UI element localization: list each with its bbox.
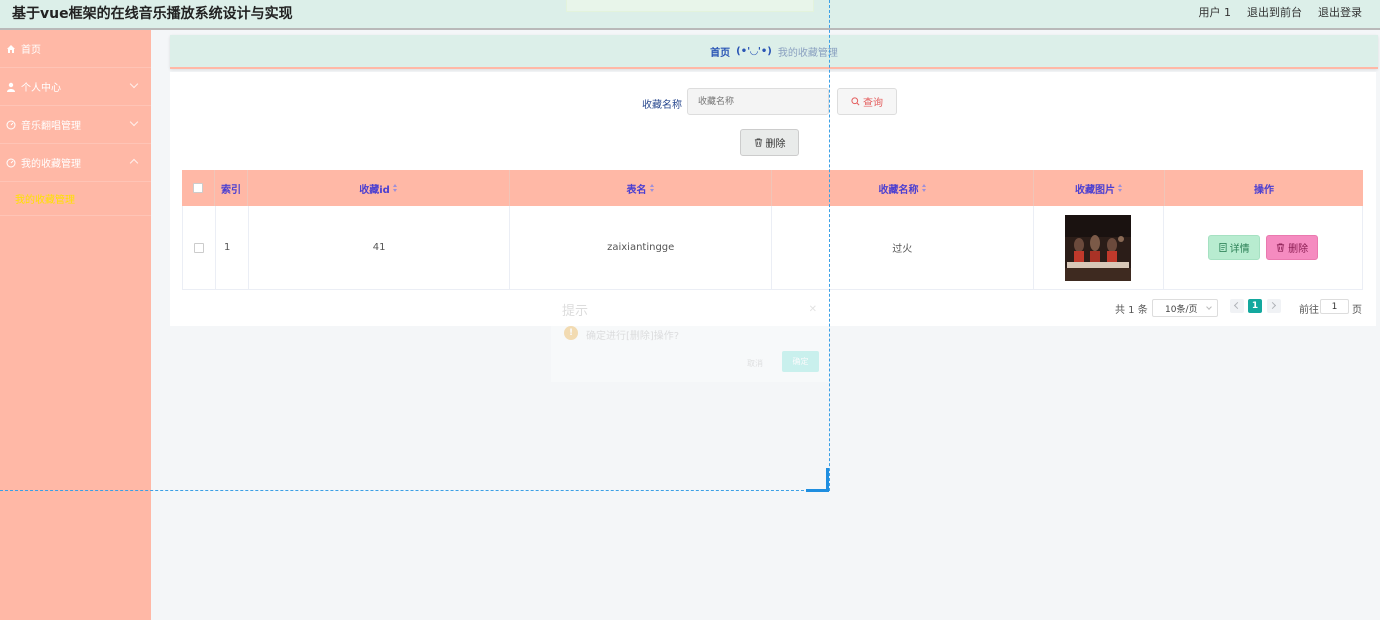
sidebar-item-label: 音乐翻唱管理 <box>21 121 81 132</box>
search-button-label: 查询 <box>863 98 883 109</box>
search-label: 收藏名称 <box>642 100 682 111</box>
sort-icon <box>649 184 655 192</box>
confirm-dialog: 提示 ✕ ! 确定进行[删除]操作? 取消 确定 <box>551 292 829 382</box>
home-icon <box>7 44 15 53</box>
column-header-name[interactable]: 收藏名称 <box>772 170 1034 206</box>
column-header-table-name[interactable]: 表名 <box>510 170 772 206</box>
column-header-index: 索引 <box>215 170 248 206</box>
breadcrumb-emoticon: (•'◡'•) <box>736 45 772 57</box>
search-button[interactable]: 查询 <box>837 88 897 115</box>
cell-table-name: zaixiantingge <box>510 206 772 289</box>
logout-link[interactable]: 退出登录 <box>1318 4 1362 20</box>
table-row: 1 41 zaixiantingge 过火 详情 删除 <box>182 206 1363 290</box>
document-icon <box>1219 243 1227 252</box>
breadcrumb: 首页 (•'◡'•) 我的收藏管理 <box>170 35 1378 69</box>
goto-label: 前往 <box>1299 305 1319 316</box>
cell-id: 41 <box>249 206 511 289</box>
sidebar-subitem-my-favorites[interactable]: 我的收藏管理 <box>0 182 151 216</box>
sidebar-item-label: 个人中心 <box>21 83 61 94</box>
search-icon <box>851 97 860 106</box>
cell-actions: 详情 删除 <box>1164 206 1362 289</box>
column-header-image[interactable]: 收藏图片 <box>1034 170 1165 206</box>
header-links: 用户 1 退出到前台 退出登录 <box>1199 4 1363 20</box>
chevron-down-icon <box>129 79 139 89</box>
app-title: 基于vue框架的在线音乐播放系统设计与实现 <box>12 6 293 22</box>
chevron-left-icon <box>1233 301 1242 310</box>
detail-button[interactable]: 详情 <box>1208 235 1261 260</box>
dialog-confirm-button[interactable]: 确定 <box>782 351 819 372</box>
band-photo <box>1065 214 1132 281</box>
sort-icon <box>1118 184 1123 192</box>
page-size-select[interactable]: 10条/页 <box>1152 299 1218 317</box>
batch-delete-label: 删除 <box>765 139 786 150</box>
sidebar-item-label: 首页 <box>21 45 41 56</box>
column-header-actions: 操作 <box>1254 184 1274 196</box>
page-number-active[interactable]: 1 <box>1248 299 1262 313</box>
sidebar-item-profile[interactable]: 个人中心 <box>0 68 151 106</box>
breadcrumb-home[interactable]: 首页 <box>710 44 730 59</box>
sidebar: 首页 个人中心 音乐翻唱管理 我的收藏管理 我的收藏管理 <box>0 30 151 620</box>
dialog-message: 确定进行[删除]操作? <box>586 331 680 342</box>
goto-page-input[interactable] <box>1320 299 1349 314</box>
selection-edge-horizontal <box>0 490 829 491</box>
chevron-right-icon <box>1268 301 1277 310</box>
toast-message <box>566 0 814 12</box>
pagination-total: 共 1 条 <box>1115 305 1148 316</box>
sort-icon <box>921 184 927 192</box>
sidebar-item-home[interactable]: 首页 <box>0 30 151 68</box>
table-header: 索引 收藏id 表名 收藏名称 收藏图片 操作 <box>182 170 1363 206</box>
row-delete-label: 删除 <box>1288 244 1309 255</box>
close-icon[interactable]: ✕ <box>809 304 817 315</box>
warning-icon: ! <box>564 326 578 340</box>
page-size-value: 10条/页 <box>1165 304 1198 315</box>
trash-icon <box>1277 243 1285 252</box>
sort-icon <box>392 184 398 192</box>
next-page-button[interactable] <box>1267 299 1281 313</box>
dialog-cancel-button[interactable]: 取消 <box>747 358 763 369</box>
row-checkbox-cell <box>183 206 216 289</box>
favorite-icon <box>6 158 16 167</box>
select-all-checkbox[interactable] <box>193 183 203 193</box>
cell-image <box>1034 206 1165 289</box>
trash-icon <box>754 138 762 147</box>
row-delete-button[interactable]: 删除 <box>1266 235 1319 260</box>
chevron-down-icon <box>1206 304 1212 310</box>
selection-edge-vertical <box>829 0 830 491</box>
search-input[interactable] <box>687 88 829 115</box>
chevron-up-icon <box>129 158 139 168</box>
sidebar-item-label: 我的收藏管理 <box>21 159 81 170</box>
selection-corner-handle-h[interactable] <box>806 489 829 492</box>
row-checkbox[interactable] <box>193 242 204 253</box>
column-header-id[interactable]: 收藏id <box>248 170 510 206</box>
user-icon <box>7 82 15 92</box>
favorite-thumbnail[interactable] <box>1065 214 1132 281</box>
batch-delete-button[interactable]: 删除 <box>740 129 799 156</box>
music-icon <box>6 120 16 129</box>
main-content: 收藏名称 查询 删除 索引 收藏id 表名 收藏名称 收藏图片 操作 1 41 … <box>170 72 1376 326</box>
current-user: 用户 1 <box>1198 6 1232 19</box>
chevron-down-icon <box>129 117 139 127</box>
page-suffix-label: 页 <box>1352 305 1362 316</box>
sidebar-item-favorites[interactable]: 我的收藏管理 <box>0 144 151 182</box>
sidebar-item-music-cover[interactable]: 音乐翻唱管理 <box>0 106 151 144</box>
cell-name: 过火 <box>772 206 1034 289</box>
prev-page-button[interactable] <box>1230 299 1244 313</box>
dialog-title: 提示 <box>562 304 589 319</box>
exit-to-front-link[interactable]: 退出到前台 <box>1247 4 1302 20</box>
select-all-cell <box>182 170 215 206</box>
cell-index: 1 <box>216 206 249 289</box>
detail-button-label: 详情 <box>1229 244 1250 255</box>
